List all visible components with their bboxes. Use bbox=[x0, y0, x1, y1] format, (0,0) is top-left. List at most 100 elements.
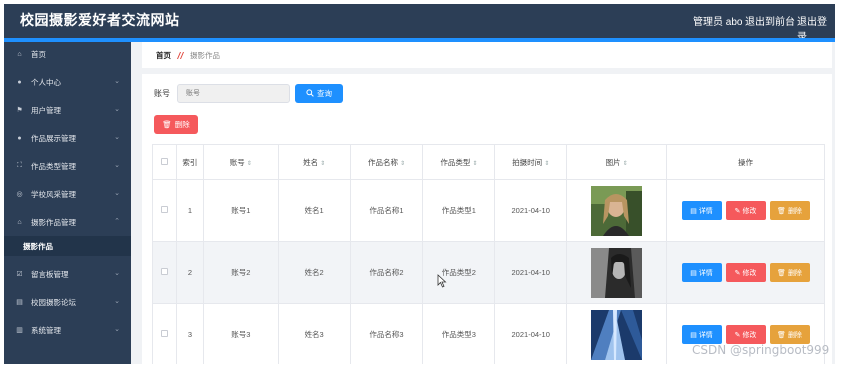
fullscreen-icon: ⛶ bbox=[17, 162, 22, 169]
sidebar-item-campus-forum[interactable]: ▤ 校园摄影论坛 ⌄ bbox=[4, 292, 131, 312]
sidebar-item-works-display[interactable]: ● 作品展示管理 ⌄ bbox=[4, 128, 131, 148]
chevron-down-icon: ⌄ bbox=[114, 270, 120, 277]
exit-to-front-link[interactable]: 退出到前台 bbox=[745, 13, 795, 28]
photo-thumbnail-bw-portrait[interactable] bbox=[591, 247, 643, 298]
cell-name: 姓名2 bbox=[277, 241, 351, 304]
cell-account: 账号2 bbox=[202, 241, 279, 304]
column-header-label: 图片 bbox=[605, 157, 621, 167]
delete-button[interactable]: 🗑 删除 bbox=[769, 325, 810, 344]
select-all-header[interactable] bbox=[152, 144, 177, 180]
sort-icon: ⇕ bbox=[472, 160, 478, 167]
main-content: 首页 摄影作品 账号 查询 🗑 删除 bbox=[142, 42, 832, 364]
search-icon bbox=[306, 88, 314, 99]
sort-icon: ⇕ bbox=[622, 160, 628, 167]
cell-work-name: 作品名称2 bbox=[349, 241, 424, 304]
account-search-input[interactable] bbox=[177, 84, 290, 103]
column-header-label: 作品名称 bbox=[367, 157, 398, 167]
cell-work-type: 作品类型3 bbox=[422, 303, 496, 364]
detail-button[interactable]: ▤ 详情 bbox=[681, 325, 722, 344]
delete-button[interactable]: 🗑 删除 bbox=[769, 263, 810, 282]
column-header-account[interactable]: 账号 ⇕ bbox=[202, 144, 279, 180]
content-panel: 账号 查询 🗑 删除 bbox=[142, 74, 832, 364]
sort-icon: ⇕ bbox=[320, 160, 326, 167]
cell-account: 账号1 bbox=[202, 179, 279, 242]
row-select-cell[interactable] bbox=[152, 241, 177, 304]
breadcrumb-current: 摄影作品 bbox=[190, 50, 220, 60]
sidebar-item-work-types[interactable]: ⛶ 作品类型管理 ⌄ bbox=[4, 156, 131, 176]
chevron-down-icon: ⌄ bbox=[114, 106, 120, 113]
edit-button[interactable]: ✎ 修改 bbox=[725, 263, 766, 282]
column-header-shoot-date[interactable]: 拍摄时间 ⇕ bbox=[494, 144, 568, 180]
breadcrumb-home[interactable]: 首页 bbox=[156, 50, 171, 61]
app-frame: 校园摄影爱好者交流网站 管理员 abo 退出到前台 退出登录 ⌂ 首页 ● 个人… bbox=[4, 4, 835, 364]
delete-button[interactable]: 🗑 删除 bbox=[769, 201, 810, 220]
search-row: 账号 查询 bbox=[154, 84, 343, 103]
sidebar-item-school-style[interactable]: ◎ 学校风采管理 ⌄ bbox=[4, 184, 131, 204]
cell-image bbox=[566, 241, 668, 304]
bank-icon: ⌂ bbox=[17, 218, 22, 226]
batch-delete-button[interactable]: 🗑 删除 bbox=[154, 115, 198, 134]
cell-work-name: 作品名称1 bbox=[349, 179, 424, 242]
cell-name: 姓名1 bbox=[277, 179, 351, 242]
table-row: 1 账号1 姓名1 作品名称1 作品类型1 2021-04-10 ▤ 详情 ✎ … bbox=[152, 179, 825, 242]
sidebar-item-user-management[interactable]: ⚑ 用户管理 ⌄ bbox=[4, 100, 131, 120]
detail-button[interactable]: ▤ 详情 bbox=[681, 263, 722, 282]
column-header-image[interactable]: 图片 ⇕ bbox=[566, 144, 668, 180]
column-header-label: 姓名 bbox=[303, 157, 319, 167]
column-header-work-type[interactable]: 作品类型 ⇕ bbox=[422, 144, 496, 180]
sidebar-item-label: 校园摄影论坛 bbox=[31, 297, 76, 307]
trash-icon: 🗑 bbox=[777, 207, 786, 215]
table-header-row: 索引 账号 ⇕ 姓名 ⇕ 作品名称 ⇕ 作品类型 ⇕ 拍摄时间 ⇕ 图片 ⇕ 操作 bbox=[152, 144, 825, 180]
row-checkbox[interactable] bbox=[160, 206, 168, 213]
cell-name: 姓名3 bbox=[277, 303, 351, 364]
chevron-down-icon: ⌄ bbox=[114, 298, 120, 305]
edit-button-label: 修改 bbox=[742, 269, 757, 277]
sort-icon: ⇕ bbox=[544, 160, 550, 167]
cell-actions: ▤ 详情 ✎ 修改 🗑 删除 bbox=[666, 179, 825, 242]
breadcrumb-separator-icon bbox=[176, 51, 185, 60]
photo-thumbnail-portrait-woman[interactable] bbox=[591, 185, 643, 236]
row-checkbox[interactable] bbox=[160, 330, 168, 337]
trash-icon: 🗑 bbox=[777, 269, 786, 277]
cell-image bbox=[566, 303, 668, 364]
query-button[interactable]: 查询 bbox=[295, 84, 343, 103]
column-header-actions: 操作 bbox=[666, 144, 825, 180]
document-icon: ▤ bbox=[690, 207, 697, 215]
search-label: 账号 bbox=[154, 89, 170, 98]
edit-button[interactable]: ✎ 修改 bbox=[725, 325, 766, 344]
pencil-icon: ✎ bbox=[734, 331, 741, 339]
cell-account: 账号3 bbox=[202, 303, 279, 364]
admin-user-label[interactable]: 管理员 abo bbox=[693, 13, 742, 28]
edit-button-label: 修改 bbox=[742, 207, 757, 215]
row-select-cell[interactable] bbox=[152, 303, 177, 364]
cell-image bbox=[566, 179, 668, 242]
document-icon: ▤ bbox=[16, 299, 23, 306]
sidebar-item-message-board[interactable]: ☑ 留言板管理 ⌄ bbox=[4, 264, 131, 284]
row-checkbox[interactable] bbox=[160, 268, 168, 275]
select-all-checkbox[interactable] bbox=[160, 157, 168, 165]
chevron-down-icon: ⌄ bbox=[114, 326, 120, 333]
sidebar-item-personal-center[interactable]: ● 个人中心 ⌄ bbox=[4, 72, 131, 92]
column-header-index: 索引 bbox=[175, 144, 204, 180]
home-icon: ⌂ bbox=[17, 50, 22, 58]
chevron-up-icon: ⌃ bbox=[114, 218, 120, 225]
column-header-name[interactable]: 姓名 ⇕ bbox=[277, 144, 351, 180]
pencil-icon: ✎ bbox=[734, 207, 741, 215]
sidebar-item-photo-works-management[interactable]: ⌂ 摄影作品管理 ⌃ bbox=[4, 212, 131, 232]
breadcrumb: 首页 摄影作品 bbox=[142, 42, 832, 68]
sidebar-item-label: 摄影作品 bbox=[23, 241, 53, 251]
sidebar-item-label: 学校风采管理 bbox=[31, 189, 76, 199]
row-select-cell[interactable] bbox=[152, 179, 177, 242]
edit-button[interactable]: ✎ 修改 bbox=[725, 201, 766, 220]
chevron-down-icon: ⌄ bbox=[114, 162, 120, 169]
column-header-work-name[interactable]: 作品名称 ⇕ bbox=[349, 144, 424, 180]
trash-icon: 🗑 bbox=[162, 120, 172, 129]
sidebar-subitem-photo-works[interactable]: 摄影作品 bbox=[4, 236, 131, 256]
sidebar-item-home[interactable]: ⌂ 首页 bbox=[4, 44, 131, 64]
edit-button-label: 修改 bbox=[742, 331, 757, 339]
sidebar-item-system-management[interactable]: ▥ 系统管理 ⌄ bbox=[4, 320, 131, 340]
cell-work-type: 作品类型2 bbox=[422, 241, 496, 304]
detail-button[interactable]: ▤ 详情 bbox=[681, 201, 722, 220]
photo-thumbnail-building[interactable] bbox=[591, 309, 643, 360]
cell-shoot-date: 2021-04-10 bbox=[494, 303, 568, 364]
